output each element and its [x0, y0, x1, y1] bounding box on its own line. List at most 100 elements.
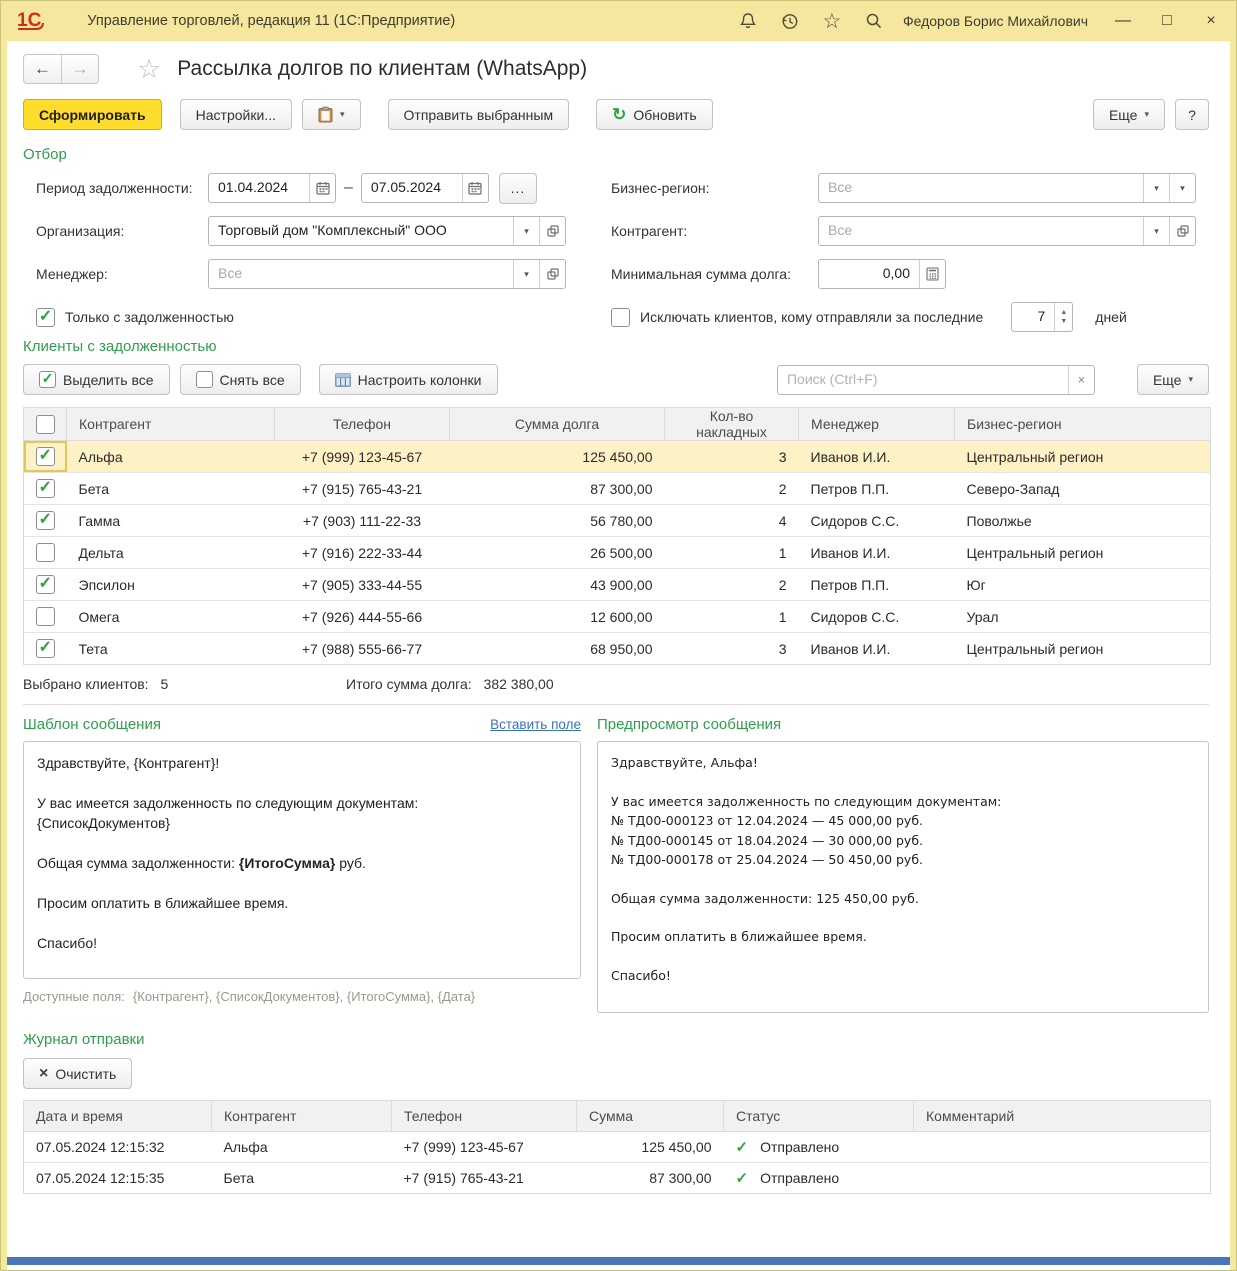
row-checkbox[interactable]	[24, 505, 67, 537]
clear-journal-button[interactable]: × Очистить	[23, 1058, 132, 1089]
exclude-clients-row[interactable]: Исключать клиентов, кому отправляли за п…	[606, 302, 1209, 332]
cell[interactable]: 12 600,00	[450, 601, 665, 633]
cell[interactable]: 2	[665, 473, 799, 505]
clipboard-split-button[interactable]: ▾	[302, 99, 361, 130]
table-row[interactable]: 07.05.2024 12:15:32Альфа+7 (999) 123-45-…	[24, 1132, 1211, 1163]
refresh-button[interactable]: ↻ Обновить	[596, 99, 713, 130]
current-user[interactable]: Федоров Борис Михайлович	[903, 13, 1088, 29]
cell[interactable]: Эпсилон	[67, 569, 275, 601]
column-header[interactable]: Телефон	[275, 408, 450, 441]
organization-field[interactable]: Торговый дом "Комплексный" ООО ▾	[208, 216, 566, 246]
deselect-all-button[interactable]: Снять все	[180, 364, 301, 395]
table-row[interactable]: Эпсилон+7 (905) 333-44-5543 900,002Петро…	[24, 569, 1211, 601]
more-button-clients[interactable]: Еще ▾	[1137, 364, 1209, 395]
page-favorite-star-icon[interactable]: ☆	[137, 56, 161, 83]
cell[interactable]: Иванов И.И.	[799, 537, 955, 569]
column-header[interactable]: Статус	[724, 1101, 914, 1132]
cell[interactable]: Омега	[67, 601, 275, 633]
favorites-star-icon[interactable]: ☆	[821, 10, 843, 32]
column-header[interactable]: Телефон	[392, 1101, 577, 1132]
table-row[interactable]: Альфа+7 (999) 123-45-67125 450,003Иванов…	[24, 441, 1211, 473]
cell[interactable]: Петров П.П.	[799, 569, 955, 601]
row-checkbox[interactable]	[24, 441, 67, 473]
open-link-icon[interactable]	[1169, 217, 1195, 245]
cell[interactable]: Сидоров С.С.	[799, 601, 955, 633]
history-icon[interactable]	[779, 10, 801, 32]
chevron-down-icon[interactable]: ▾	[1169, 174, 1195, 202]
search-icon[interactable]	[863, 10, 885, 32]
status-cell[interactable]: ✓Отправлено	[724, 1132, 914, 1163]
cell[interactable]: Урал	[955, 601, 1211, 633]
row-checkbox[interactable]	[24, 633, 67, 665]
cell[interactable]: Бета	[212, 1163, 392, 1194]
cell[interactable]: Юг	[955, 569, 1211, 601]
cell[interactable]: Петров П.П.	[799, 473, 955, 505]
open-link-icon[interactable]	[539, 260, 565, 288]
calendar-icon[interactable]	[462, 174, 488, 202]
table-row[interactable]: Тета+7 (988) 555-66-7768 950,003Иванов И…	[24, 633, 1211, 665]
cell[interactable]: Иванов И.И.	[799, 633, 955, 665]
column-header[interactable]: Контрагент	[67, 408, 275, 441]
cell[interactable]: Северо-Запад	[955, 473, 1211, 505]
period-from-field[interactable]: 01.04.2024	[208, 173, 336, 203]
back-button[interactable]: ←	[24, 55, 61, 83]
comment-cell[interactable]	[914, 1132, 1211, 1163]
cell[interactable]: +7 (988) 555-66-77	[275, 633, 450, 665]
column-header[interactable]: Сумма	[577, 1101, 724, 1132]
select-all-button[interactable]: Выделить все	[23, 364, 170, 395]
generate-button[interactable]: Сформировать	[23, 99, 162, 130]
only-debt-checkbox-row[interactable]: Только с задолженностью	[23, 302, 606, 332]
cell[interactable]: Тета	[67, 633, 275, 665]
notifications-bell-icon[interactable]	[737, 10, 759, 32]
cell[interactable]: Альфа	[212, 1132, 392, 1163]
cell[interactable]: Поволжье	[955, 505, 1211, 537]
table-row[interactable]: Дельта+7 (916) 222-33-4426 500,001Иванов…	[24, 537, 1211, 569]
cell[interactable]: Сидоров С.С.	[799, 505, 955, 537]
search-input[interactable]: Поиск (Ctrl+F) ×	[777, 365, 1095, 395]
column-header[interactable]: Бизнес-регион	[955, 408, 1211, 441]
open-link-icon[interactable]	[539, 217, 565, 245]
cell[interactable]: 68 950,00	[450, 633, 665, 665]
cell[interactable]: 26 500,00	[450, 537, 665, 569]
send-selected-button[interactable]: Отправить выбранным	[388, 99, 570, 130]
cell[interactable]: Центральный регион	[955, 537, 1211, 569]
period-to-field[interactable]: 07.05.2024	[361, 173, 489, 203]
cell[interactable]: +7 (915) 765-43-21	[275, 473, 450, 505]
cell[interactable]: Центральный регион	[955, 633, 1211, 665]
maximize-button[interactable]: □	[1158, 12, 1176, 30]
configure-columns-button[interactable]: Настроить колонки	[319, 364, 498, 395]
exclude-days-field[interactable]: 7 ▲ ▼	[1011, 302, 1073, 332]
chevron-down-icon[interactable]: ▾	[513, 260, 539, 288]
settings-button[interactable]: Настройки...	[180, 99, 292, 130]
cell[interactable]: 43 900,00	[450, 569, 665, 601]
calculator-icon[interactable]	[919, 260, 945, 288]
table-row[interactable]: Омега+7 (926) 444-55-6612 600,001Сидоров…	[24, 601, 1211, 633]
journal-table-header[interactable]: Дата и времяКонтрагентТелефонСуммаСтатус…	[24, 1101, 1211, 1132]
counterparty-field[interactable]: Все ▾	[818, 216, 1196, 246]
cell[interactable]: Центральный регион	[955, 441, 1211, 473]
cell[interactable]: 2	[665, 569, 799, 601]
chevron-down-icon[interactable]: ▾	[513, 217, 539, 245]
column-header[interactable]: Комментарий	[914, 1101, 1211, 1132]
help-button[interactable]: ?	[1175, 99, 1209, 130]
cell[interactable]: 1	[665, 537, 799, 569]
cell[interactable]: +7 (905) 333-44-55	[275, 569, 450, 601]
clients-table-header[interactable]: КонтрагентТелефонСумма долгаКол-во накла…	[24, 408, 1211, 441]
cell[interactable]: 125 450,00	[450, 441, 665, 473]
cell[interactable]: 56 780,00	[450, 505, 665, 537]
status-cell[interactable]: ✓Отправлено	[724, 1163, 914, 1194]
cell[interactable]: +7 (999) 123-45-67	[392, 1132, 577, 1163]
cell[interactable]: 4	[665, 505, 799, 537]
row-checkbox[interactable]	[24, 537, 67, 569]
cell[interactable]: 07.05.2024 12:15:32	[24, 1132, 212, 1163]
cell[interactable]: 87 300,00	[577, 1163, 724, 1194]
cell[interactable]: 87 300,00	[450, 473, 665, 505]
cell[interactable]: +7 (926) 444-55-66	[275, 601, 450, 633]
cell[interactable]: Гамма	[67, 505, 275, 537]
chevron-down-icon[interactable]: ▾	[1143, 217, 1169, 245]
clear-search-icon[interactable]: ×	[1068, 366, 1094, 394]
header-checkbox[interactable]	[24, 408, 67, 441]
period-options-button[interactable]: ...	[499, 173, 537, 204]
table-row[interactable]: Гамма+7 (903) 111-22-3356 780,004Сидоров…	[24, 505, 1211, 537]
cell[interactable]: Бета	[67, 473, 275, 505]
